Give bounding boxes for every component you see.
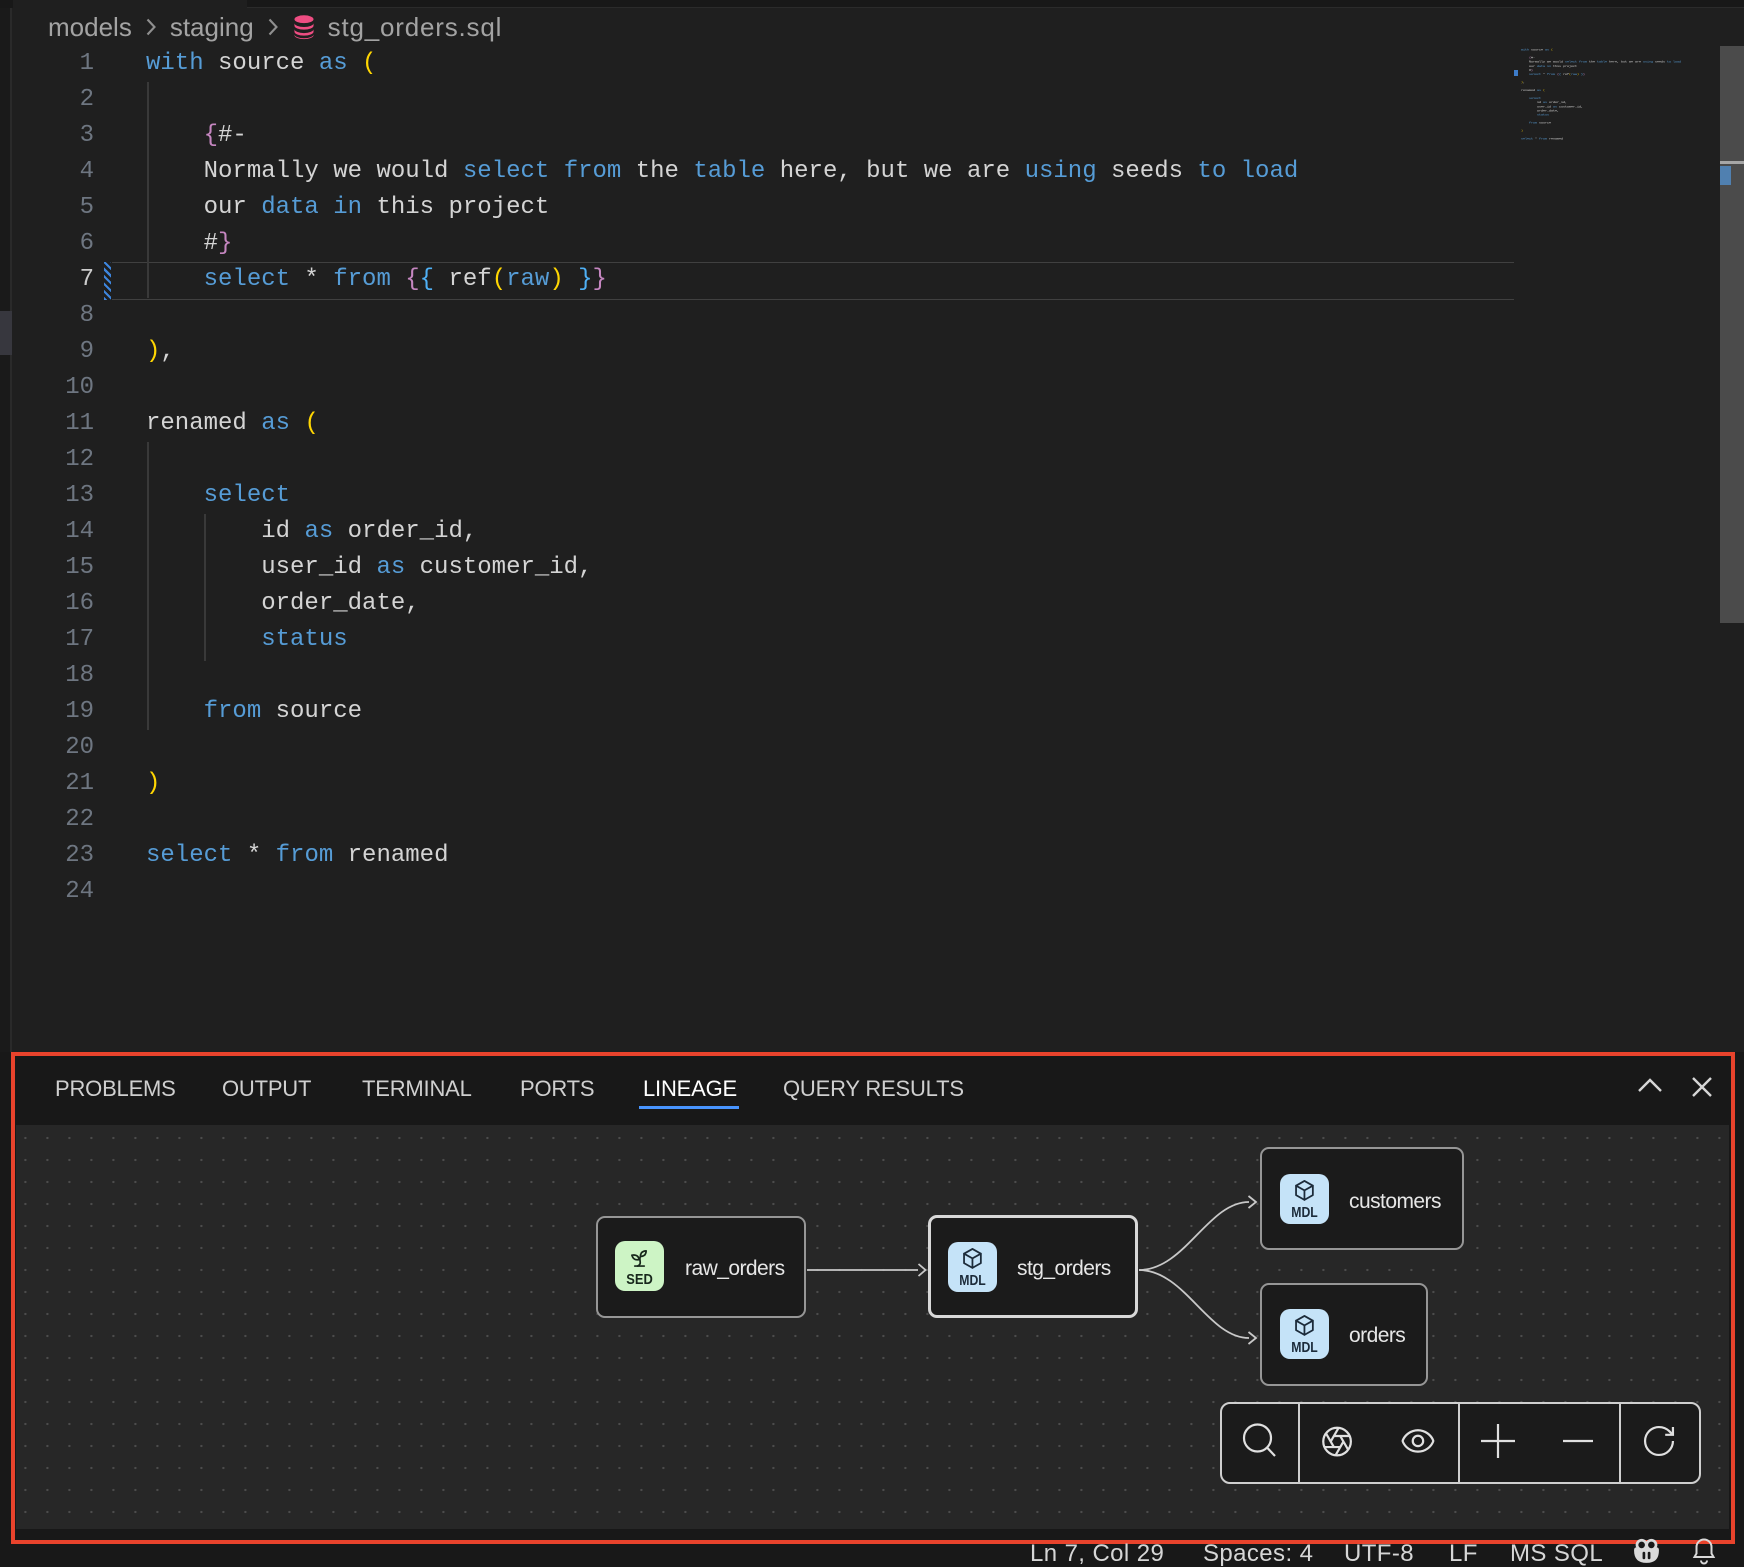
svg-text:MDL: MDL bbox=[1291, 1339, 1318, 1356]
svg-text:SED: SED bbox=[626, 1271, 653, 1288]
svg-text:MDL: MDL bbox=[959, 1272, 986, 1289]
svg-text:MDL: MDL bbox=[1291, 1204, 1318, 1221]
